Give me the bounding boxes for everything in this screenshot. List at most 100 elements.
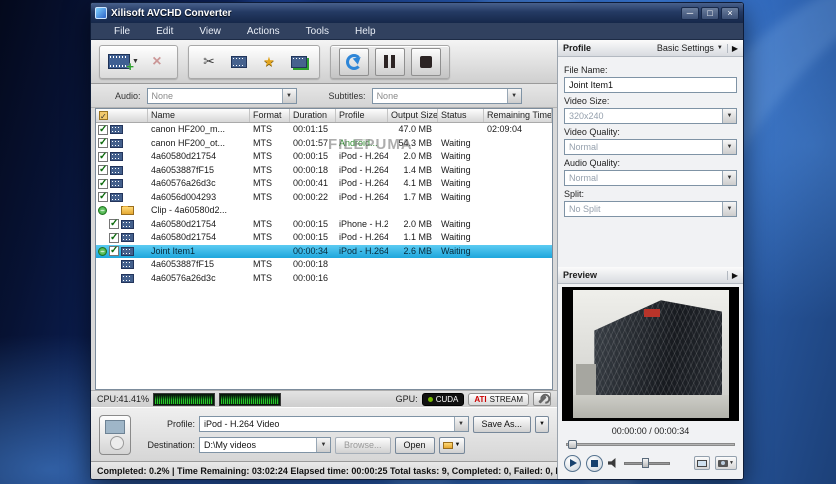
table-row[interactable]: 4a60576a26d3c MTS 00:00:16	[96, 272, 552, 286]
table-row[interactable]: 4a6053887fF15 MTS 00:00:18	[96, 258, 552, 272]
save-as-button[interactable]: Save As...	[472, 415, 532, 433]
video-quality-select[interactable]: Normal ▼	[564, 139, 737, 155]
stop-button[interactable]	[410, 47, 441, 76]
menu-item[interactable]: View	[186, 26, 234, 37]
column-duration[interactable]: Duration	[290, 109, 336, 122]
file-name-input[interactable]	[564, 77, 737, 93]
subtitles-select[interactable]: None ▼	[371, 87, 522, 104]
menu-item[interactable]: Tools	[293, 26, 342, 37]
subtitles-select-arrow[interactable]: ▼	[506, 88, 521, 103]
collapse-toggle-icon[interactable]	[98, 246, 107, 256]
save-as-dropdown-button[interactable]: ▼	[535, 415, 549, 433]
column-remaining-time[interactable]: Remaining Time	[484, 109, 552, 122]
snapshot-button[interactable]: ▼	[715, 456, 737, 470]
gpu-settings-button[interactable]	[533, 392, 551, 406]
audio-select[interactable]: None ▼	[146, 87, 297, 104]
video-quality-label: Video Quality:	[564, 127, 620, 137]
effect-button[interactable]: ★	[257, 48, 281, 76]
convert-button[interactable]	[338, 47, 369, 76]
table-row[interactable]: 4a60580d21754 MTS 00:00:15 iPhone - H.2.…	[96, 218, 552, 232]
volume-icon[interactable]	[608, 457, 616, 469]
table-row[interactable]: 4a60580d21754 MTS 00:00:15 iPod - H.264.…	[96, 150, 552, 164]
play-button[interactable]	[564, 454, 581, 472]
profile-label: Profile:	[166, 419, 195, 429]
settings-mode-select[interactable]: Basic Settings ▼	[657, 43, 723, 53]
seek-track[interactable]	[566, 443, 735, 446]
table-row[interactable]: canon HF200_ot... MTS 00:01:57 Android..…	[96, 137, 552, 151]
volume-thumb[interactable]	[642, 458, 649, 468]
video-quality-arrow[interactable]: ▼	[722, 140, 736, 154]
fullscreen-button[interactable]	[694, 456, 711, 470]
profile-select-arrow[interactable]: ▼	[453, 417, 468, 431]
table-row[interactable]: 4a6056d004293 MTS 00:00:22 iPod - H.264.…	[96, 191, 552, 205]
minimize-button[interactable]: ─	[681, 6, 699, 20]
stop-playback-button[interactable]	[586, 454, 603, 472]
ati-stream-badge[interactable]: ATI STREAM	[468, 392, 529, 406]
column-output-size[interactable]: Output Size	[388, 109, 438, 122]
profile-select[interactable]: iPod - H.264 Video ▼	[199, 416, 469, 432]
column-profile[interactable]: Profile	[336, 109, 388, 122]
collapse-toggle-icon[interactable]	[98, 206, 107, 216]
video-size-select[interactable]: 320x240 ▼	[564, 108, 737, 124]
destination-select[interactable]: D:\My videos ▼	[199, 437, 331, 453]
row-checkbox[interactable]	[98, 192, 108, 203]
split-select[interactable]: No Split ▼	[564, 201, 737, 217]
volume-slider[interactable]	[624, 457, 670, 469]
row-checkbox[interactable]	[98, 151, 108, 162]
table-row[interactable]: 4a60580d21754 MTS 00:00:15 iPod - H.264.…	[96, 231, 552, 245]
collapse-preview-button[interactable]: ▶	[726, 270, 738, 280]
video-size-arrow[interactable]: ▼	[722, 109, 736, 123]
cell-duration: 00:00:22	[293, 191, 329, 202]
cell-profile: iPhone - H.2...	[339, 218, 388, 229]
cuda-badge[interactable]: CUDA	[421, 392, 465, 406]
close-button[interactable]: ×	[721, 6, 739, 20]
open-button[interactable]: Open	[394, 436, 435, 454]
cell-remaining-time: 02:09:04	[487, 124, 523, 135]
file-list-header[interactable]: Name Format Duration Profile Output Size…	[96, 109, 552, 123]
cell-status: Waiting	[441, 164, 471, 175]
audio-quality-arrow[interactable]: ▼	[722, 171, 736, 185]
column-status[interactable]: Status	[438, 109, 484, 122]
destination-select-arrow[interactable]: ▼	[316, 438, 330, 452]
crop-button[interactable]	[227, 48, 251, 76]
add-file-button[interactable]: + ▼	[108, 48, 139, 76]
cell-duration: 00:00:15	[293, 151, 329, 162]
maximize-button[interactable]: □	[701, 6, 719, 20]
video-preview[interactable]	[562, 287, 739, 421]
row-select-cell	[96, 165, 148, 176]
video-frame	[572, 290, 729, 418]
row-checkbox[interactable]	[109, 219, 119, 230]
pause-button[interactable]	[374, 47, 405, 76]
row-checkbox[interactable]	[98, 165, 108, 176]
seek-slider[interactable]	[566, 438, 735, 450]
column-format[interactable]: Format	[250, 109, 290, 122]
collapse-profile-button[interactable]: ▶	[726, 43, 738, 53]
row-checkbox[interactable]	[109, 232, 119, 243]
menu-item[interactable]: File	[101, 26, 143, 37]
table-row[interactable]: Clip - 4a60580d2...	[96, 204, 552, 218]
cell-duration: 00:00:18	[293, 164, 329, 175]
row-checkbox[interactable]	[109, 246, 119, 257]
table-row[interactable]: 4a60576a26d3c MTS 00:00:41 iPod - H.264.…	[96, 177, 552, 191]
audio-quality-select[interactable]: Normal ▼	[564, 170, 737, 186]
seek-thumb[interactable]	[568, 440, 577, 449]
title-bar[interactable]: Xilisoft AVCHD Converter ─ □ ×	[91, 3, 743, 23]
menu-item[interactable]: Edit	[143, 26, 186, 37]
merge-button[interactable]	[287, 48, 311, 76]
delete-button[interactable]: ×	[145, 48, 169, 76]
browse-button[interactable]: Browse...	[335, 436, 391, 454]
row-checkbox[interactable]	[98, 178, 108, 189]
row-checkbox[interactable]	[98, 124, 108, 135]
clip-button[interactable]: ✂	[197, 48, 221, 76]
select-all-checkbox[interactable]	[99, 110, 108, 122]
table-row[interactable]: Joint Item1 00:00:34 iPod - H.264... 2.6…	[96, 244, 552, 258]
destination-folder-button[interactable]: ▼	[438, 436, 465, 454]
table-row[interactable]: canon HF200_m... MTS 00:01:15 47.0 MB 0.…	[96, 123, 552, 137]
split-arrow[interactable]: ▼	[722, 202, 736, 216]
menu-item[interactable]: Actions	[234, 26, 293, 37]
column-name[interactable]: Name	[148, 109, 250, 122]
table-row[interactable]: 4a6053887fF15 MTS 00:00:18 iPod - H.264.…	[96, 164, 552, 178]
row-checkbox[interactable]	[98, 138, 108, 149]
audio-select-arrow[interactable]: ▼	[281, 88, 296, 103]
menu-item[interactable]: Help	[342, 26, 389, 37]
